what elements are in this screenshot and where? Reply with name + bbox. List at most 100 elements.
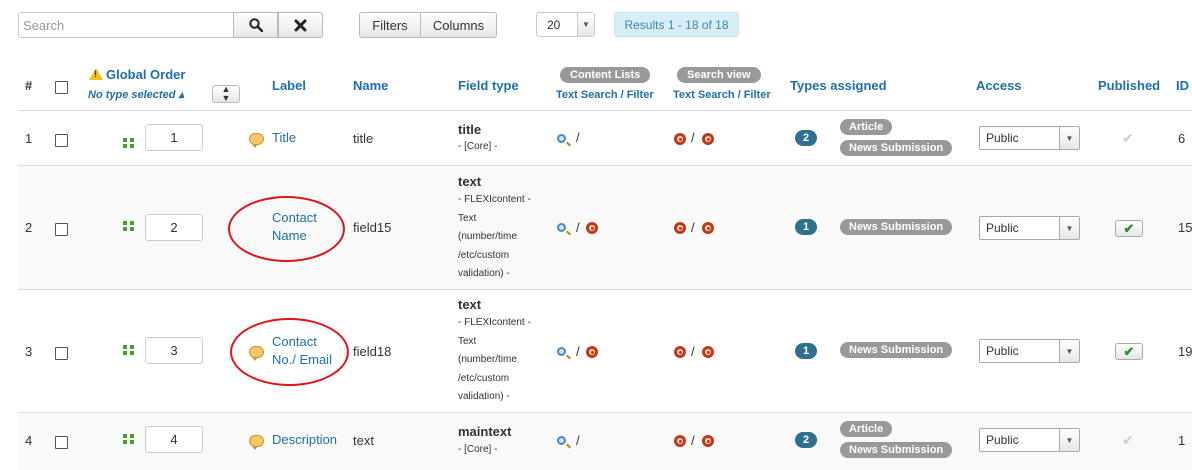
radio-icon[interactable] xyxy=(674,222,686,234)
field-type-name: text xyxy=(458,174,482,189)
content-lists-text-search-filter[interactable]: Text Search / Filter xyxy=(556,89,654,101)
separator: / xyxy=(576,130,580,145)
field-type-name: maintext xyxy=(458,424,512,439)
content-lists-pill: Content Lists xyxy=(560,67,651,83)
drag-handle-icon[interactable] xyxy=(123,221,137,231)
published-toggle[interactable]: ✔ xyxy=(1115,220,1143,237)
search-icon xyxy=(248,18,263,32)
no-type-selected-link[interactable]: No type selected ▴ xyxy=(88,88,184,101)
search-button[interactable] xyxy=(233,12,278,38)
order-input[interactable] xyxy=(145,426,203,453)
access-select[interactable]: Public ▼ xyxy=(979,126,1080,150)
magnifier-icon[interactable] xyxy=(557,223,566,232)
chevron-down-icon: ▼ xyxy=(577,13,594,36)
search-view-pill: Search view xyxy=(677,67,761,83)
field-label-link[interactable]: Title xyxy=(272,129,296,147)
separator: / xyxy=(691,344,695,359)
radio-icon[interactable] xyxy=(586,222,598,234)
row-number: 3 xyxy=(25,344,33,359)
type-tag-news-submission: News Submission xyxy=(840,442,953,458)
field-type-sub: - [Core] - xyxy=(458,444,498,455)
radio-icon[interactable] xyxy=(674,435,686,447)
field-name: text xyxy=(353,433,374,448)
row-number: 4 xyxy=(25,433,33,448)
comment-icon xyxy=(249,435,264,450)
field-label-link[interactable]: Description xyxy=(272,431,337,449)
magnifier-icon[interactable] xyxy=(557,134,566,143)
results-count-badge: Results 1 - 18 of 18 xyxy=(614,12,739,37)
row-checkbox[interactable] xyxy=(55,347,68,360)
access-select[interactable]: Public ▼ xyxy=(979,428,1080,452)
columns-button[interactable]: Columns xyxy=(420,12,497,38)
chevron-down-icon: ▼ xyxy=(1059,127,1079,149)
clear-search-button[interactable] xyxy=(278,12,323,38)
magnifier-icon[interactable] xyxy=(557,347,566,356)
select-all-checkbox[interactable] xyxy=(55,81,68,94)
field-id: 1 xyxy=(1178,433,1186,448)
separator: / xyxy=(691,220,695,235)
chevron-down-icon: ▼ xyxy=(1059,429,1079,451)
magnifier-icon[interactable] xyxy=(557,436,566,445)
access-select[interactable]: Public ▼ xyxy=(979,339,1080,363)
column-header-field-type[interactable]: Field type xyxy=(458,78,519,93)
radio-icon[interactable] xyxy=(674,346,686,358)
field-type-sub: - [Core] - xyxy=(458,141,498,152)
column-header-label[interactable]: Label xyxy=(272,78,306,93)
column-header-published[interactable]: Published xyxy=(1098,78,1160,93)
warning-icon xyxy=(89,68,103,80)
field-name: field15 xyxy=(353,220,392,235)
access-value: Public xyxy=(986,433,1019,447)
column-header-types-assigned: Types assigned xyxy=(790,78,887,93)
column-header-id[interactable]: ID xyxy=(1176,78,1189,93)
row-checkbox[interactable] xyxy=(55,134,68,147)
radio-icon[interactable] xyxy=(702,133,714,145)
order-input[interactable] xyxy=(145,337,203,364)
drag-handle-icon[interactable] xyxy=(123,434,137,444)
separator: / xyxy=(691,130,695,145)
access-value: Public xyxy=(986,344,1019,358)
row-checkbox[interactable] xyxy=(55,223,68,236)
radio-icon[interactable] xyxy=(702,435,714,447)
types-count-badge: 1 xyxy=(795,343,817,359)
type-tag-news-submission: News Submission xyxy=(840,342,953,358)
search-input[interactable] xyxy=(18,12,238,38)
access-value: Public xyxy=(986,131,1019,145)
column-header-name[interactable]: Name xyxy=(353,78,388,93)
column-header-access[interactable]: Access xyxy=(976,78,1022,93)
comment-icon xyxy=(249,133,264,148)
field-name: field18 xyxy=(353,344,392,359)
radio-icon[interactable] xyxy=(674,133,686,145)
published-toggle[interactable]: ✔ xyxy=(1122,432,1134,449)
types-count-badge: 2 xyxy=(795,130,817,146)
close-icon xyxy=(294,19,307,31)
radio-icon[interactable] xyxy=(702,346,714,358)
type-tag-news-submission: News Submission xyxy=(840,140,953,156)
published-toggle[interactable]: ✔ xyxy=(1115,343,1143,360)
published-toggle[interactable]: ✔ xyxy=(1122,130,1134,147)
types-count-badge: 2 xyxy=(795,432,817,448)
chevron-down-icon: ▼ xyxy=(1059,340,1079,362)
save-order-button[interactable]: ▲ ▼ xyxy=(212,85,240,103)
list-limit-select[interactable]: 20 ▼ xyxy=(536,12,595,37)
drag-handle-icon[interactable] xyxy=(123,138,137,148)
search-view-text-search-filter[interactable]: Text Search / Filter xyxy=(673,89,771,101)
order-input[interactable] xyxy=(145,124,203,151)
field-type-sub: - FLEXIcontent - Text (number/time/etc/cus… xyxy=(458,317,531,402)
row-checkbox[interactable] xyxy=(55,436,68,449)
separator: / xyxy=(576,344,580,359)
access-select[interactable]: Public ▼ xyxy=(979,216,1080,240)
column-header-global-order[interactable]: Global Order xyxy=(89,67,185,82)
order-input[interactable] xyxy=(145,214,203,241)
radio-icon[interactable] xyxy=(702,222,714,234)
type-tag-article: Article xyxy=(840,119,893,135)
global-order-label: Global Order xyxy=(106,67,186,82)
field-type-name: text xyxy=(458,297,482,312)
radio-icon[interactable] xyxy=(586,346,598,358)
annotation-circle xyxy=(228,196,345,262)
type-tag-news-submission: News Submission xyxy=(840,219,953,235)
field-id: 15 xyxy=(1178,220,1192,235)
filters-button[interactable]: Filters xyxy=(359,12,421,38)
separator: / xyxy=(576,220,580,235)
drag-handle-icon[interactable] xyxy=(123,345,137,355)
row-number: 2 xyxy=(25,220,33,235)
